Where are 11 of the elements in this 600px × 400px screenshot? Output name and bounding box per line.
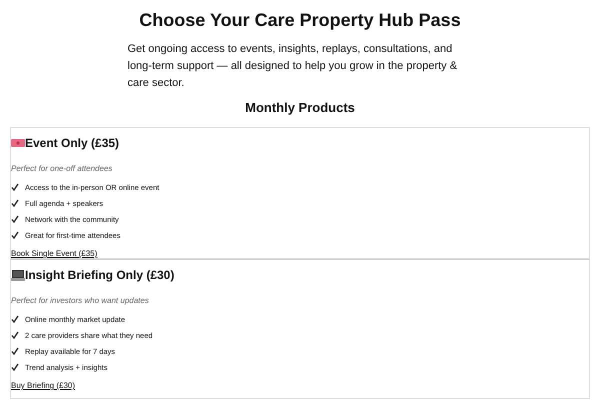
ticket-icon [11,138,25,148]
intro-text: Get ongoing access to events, insights, replays, consultations, and long-term support — all designed to help you grow in the property & care sector. [128,42,458,91]
product-name: Insight Briefing Only (£30) [25,268,174,282]
page-title: Choose Your Care Property Hub Pass [138,10,462,31]
product-name: Event Only (£35) [25,136,120,150]
product-tagline: Perfect for one-off attendees [11,164,114,173]
section-heading: Monthly Products [244,100,356,115]
buy-link[interactable]: Book Single Event (£35) [11,249,98,258]
buy-link[interactable]: Buy Briefing (£30) [11,381,76,390]
product-tagline: Perfect for investors who want updates [11,296,150,305]
laptop-icon [11,270,25,280]
